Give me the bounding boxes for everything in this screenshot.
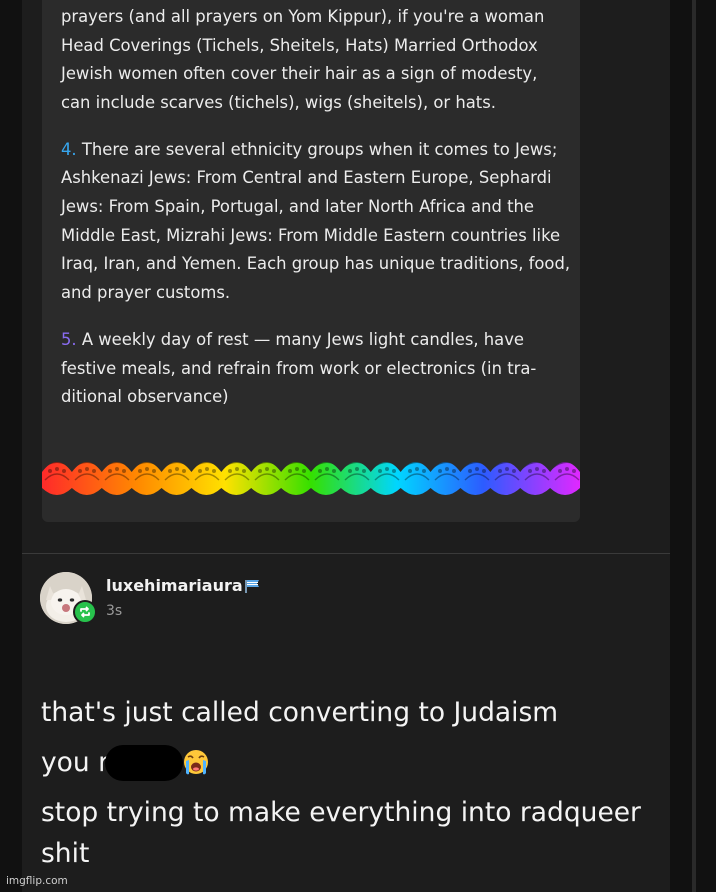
reply-line-2: you r bbox=[41, 742, 661, 783]
list-item-4: 4. There are several ethnicity groups wh… bbox=[61, 136, 571, 308]
screenshot-frame: prayers (and all prayers on Yom Kippur),… bbox=[0, 0, 716, 892]
list-text-5: A weekly day of rest — many Jews light c… bbox=[61, 329, 537, 407]
quoted-post-card: prayers (and all prayers on Yom Kippur),… bbox=[42, 0, 580, 522]
list-number-4: 4. bbox=[61, 139, 77, 159]
watermark-text: imgflip.com bbox=[6, 875, 68, 887]
flag-badge-icon bbox=[245, 580, 259, 593]
list-number-5: 5. bbox=[61, 329, 77, 349]
reblog-arrows-icon bbox=[80, 606, 90, 618]
reply-line-2-text: you r bbox=[41, 747, 110, 778]
post-username[interactable]: luxehimariaura bbox=[106, 576, 243, 595]
post-timestamp: 3s bbox=[106, 603, 123, 619]
list-text-4: There are several ethnicity groups when … bbox=[61, 139, 571, 302]
rainbow-lace-divider bbox=[42, 458, 580, 498]
loudly-crying-face-icon bbox=[184, 750, 209, 775]
redaction-blob bbox=[105, 745, 184, 781]
reply-line-3: stop trying to make everything into radq… bbox=[41, 797, 641, 869]
prayer-paragraph: prayers (and all prayers on Yom Kippur),… bbox=[61, 7, 545, 112]
reblog-icon bbox=[73, 600, 97, 624]
post-separator bbox=[22, 553, 670, 554]
reply-body: that's just called converting to Judaism… bbox=[41, 692, 661, 874]
reply-line-1: that's just called converting to Judaism bbox=[41, 697, 559, 728]
scrollbar-track[interactable] bbox=[692, 0, 696, 892]
quoted-post-body: prayers (and all prayers on Yom Kippur),… bbox=[61, 3, 571, 412]
list-item-5: 5. A weekly day of rest — many Jews ligh… bbox=[61, 326, 571, 412]
